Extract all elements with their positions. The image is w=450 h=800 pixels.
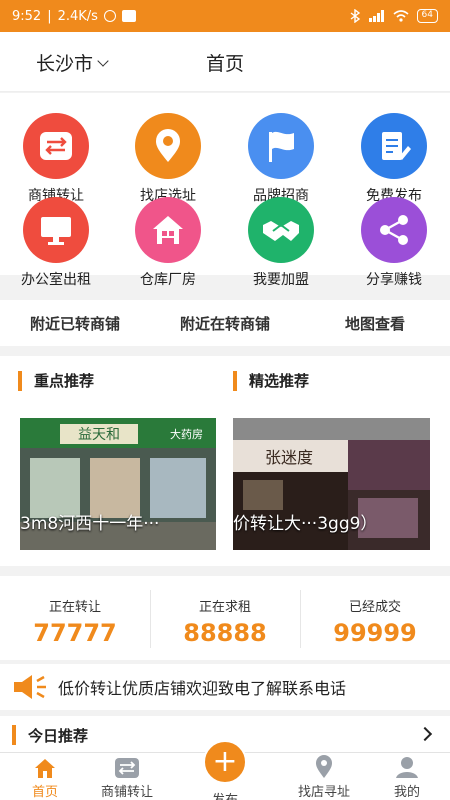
subnav-nearby-transferring[interactable]: 附近在转商铺 [150, 313, 300, 334]
status-bar: 9:52 | 2.4K/s 64 [0, 0, 450, 32]
card-caption: 3m8河西十一年··· [20, 514, 160, 534]
storefront-sign-text: 张迷度 [265, 448, 313, 467]
grid-item-find-location[interactable]: 找店选址 [112, 113, 224, 205]
stat-value: 88888 [183, 619, 267, 647]
monitor-icon [23, 197, 89, 263]
stat-value: 99999 [333, 619, 417, 647]
grid-label: 分享赚钱 [366, 272, 422, 288]
announcement-bar[interactable]: 低价转让优质店铺欢迎致电了解联系电话 [0, 664, 450, 710]
tab-label: 找店寻址 [297, 785, 350, 800]
storefront-sign-subtext: 大药房 [170, 427, 203, 441]
grid-item-free-publish[interactable]: 免费发布 [338, 113, 450, 205]
flag-icon [248, 113, 314, 179]
grid-item-franchise[interactable]: 我要加盟 [225, 197, 337, 289]
category-grid: 商铺转让 找店选址 品牌招商 免费发布 办公室出租 仓库厂房 我要加盟 分享赚钱 [0, 93, 450, 288]
stat-transferring[interactable]: 正在转让 77777 [0, 576, 150, 660]
top-header: 长沙市 首页 [0, 32, 450, 92]
subnav-map-view[interactable]: 地图查看 [300, 313, 450, 334]
house-icon [135, 197, 201, 263]
stat-seeking-rent[interactable]: 正在求租 88888 [150, 576, 300, 660]
key-recommend-heading: 重点推荐 [18, 370, 94, 391]
megaphone-icon [14, 675, 46, 699]
featured-recommend-heading: 精选推荐 [233, 370, 309, 391]
transfer-icon [115, 758, 139, 778]
tab-label: 我的 [393, 785, 420, 800]
featured-recommend-title: 精选推荐 [249, 372, 310, 390]
grid-label: 办公室出租 [21, 272, 91, 288]
recommend-section: 重点推荐 精选推荐 益天和 大药房 3m8河西十一年··· 张迷度 价转让大··… [0, 356, 450, 566]
grid-item-share-earn[interactable]: 分享赚钱 [338, 197, 450, 289]
grid-item-warehouse[interactable]: 仓库厂房 [112, 197, 224, 289]
today-recommend-title: 今日推荐 [28, 727, 89, 745]
signal-icon [368, 10, 384, 22]
recommend-card-left[interactable]: 益天和 大药房 3m8河西十一年··· [20, 418, 216, 550]
grid-item-shop-transfer[interactable]: 商铺转让 [0, 113, 112, 205]
recommend-card-right[interactable]: 张迷度 价转让大···3gg9） [233, 418, 430, 550]
location-icon [316, 755, 332, 778]
subnav-nearby-transferred[interactable]: 附近已转商铺 [0, 313, 150, 334]
tab-label: 发布 [180, 789, 270, 800]
grid-label: 仓库厂房 [140, 272, 196, 288]
grid-item-brand-investment[interactable]: 品牌招商 [225, 113, 337, 205]
handshake-icon [248, 197, 314, 263]
location-pin-icon [135, 113, 201, 179]
user-icon [396, 757, 418, 778]
storefront-sign-text: 益天和 [78, 427, 120, 443]
heading-accent-bar [18, 370, 22, 391]
tab-label: 商铺转让 [100, 785, 153, 800]
stat-value: 77777 [33, 619, 117, 647]
status-separator: | [47, 8, 52, 24]
tab-profile[interactable]: 我的 [362, 753, 450, 800]
bluetooth-icon [350, 9, 360, 23]
tab-home[interactable]: 首页 [0, 753, 90, 800]
nearby-subnav: 附近已转商铺 附近在转商铺 地图查看 [0, 300, 450, 346]
home-icon [35, 759, 55, 778]
tab-label: 首页 [31, 785, 58, 800]
tab-shop-transfer[interactable]: 商铺转让 [82, 753, 172, 800]
key-recommend-title: 重点推荐 [34, 372, 95, 390]
share-icon [361, 197, 427, 263]
chevron-right-icon [417, 726, 433, 742]
alarm-icon [103, 10, 116, 22]
wifi-icon [393, 10, 409, 22]
grid-item-office-rent[interactable]: 办公室出租 [0, 197, 112, 289]
city-name: 长沙市 [36, 53, 94, 75]
announcement-text: 低价转让优质店铺欢迎致电了解联系电话 [58, 679, 347, 698]
heading-accent-bar [233, 370, 237, 391]
heading-accent-bar [12, 725, 16, 745]
city-selector[interactable]: 长沙市 [36, 49, 109, 76]
status-time: 9:52 [12, 8, 42, 24]
grid-label: 我要加盟 [253, 272, 309, 288]
stat-label: 正在转让 [48, 600, 101, 615]
transfer-arrows-icon [23, 113, 89, 179]
stat-label: 正在求租 [198, 600, 251, 615]
card-caption: 价转让大···3gg9） [233, 514, 378, 534]
plus-icon[interactable]: + [203, 740, 247, 784]
stats-panel: 正在转让 77777 正在求租 88888 已经成交 99999 [0, 576, 450, 660]
app-notification-icon [121, 10, 136, 22]
chevron-down-icon [97, 54, 109, 67]
battery-indicator: 64 [416, 9, 438, 23]
document-edit-icon [361, 113, 427, 179]
stat-label: 已经成交 [348, 600, 401, 615]
tab-find-location[interactable]: 找店寻址 [279, 753, 369, 800]
status-network-speed: 2.4K/s [57, 8, 98, 24]
stat-completed[interactable]: 已经成交 99999 [300, 576, 450, 660]
